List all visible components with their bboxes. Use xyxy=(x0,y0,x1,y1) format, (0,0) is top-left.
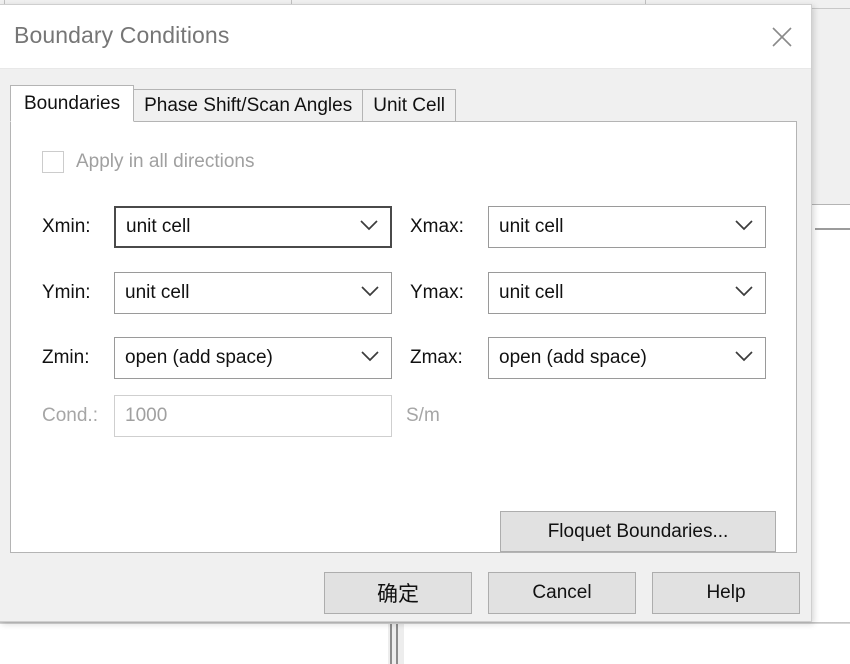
xmax-label: Xmax: xyxy=(410,216,464,237)
background-splitter-handle[interactable] xyxy=(388,624,404,664)
ok-button[interactable]: 确定 xyxy=(324,572,472,614)
chevron-down-icon xyxy=(360,218,378,236)
tab-label: Boundaries xyxy=(24,92,121,114)
checkbox-box-icon xyxy=(42,151,64,173)
dialog-footer: 确定 Cancel Help xyxy=(0,568,811,620)
floquet-boundaries-button[interactable]: Floquet Boundaries... xyxy=(500,511,776,552)
button-label: Floquet Boundaries... xyxy=(547,520,729,542)
ymin-dropdown[interactable]: unit cell xyxy=(114,272,392,314)
xmax-row: Xmax: unit cell xyxy=(410,206,766,248)
xmax-value: unit cell xyxy=(499,216,564,237)
xmin-label: Xmin: xyxy=(42,216,91,237)
button-label: 确定 xyxy=(377,583,419,606)
zmin-label: Zmin: xyxy=(42,347,90,368)
cancel-button[interactable]: Cancel xyxy=(488,572,636,614)
apply-in-all-directions-checkbox[interactable]: Apply in all directions xyxy=(42,151,254,173)
ymin-row: Ymin: unit cell xyxy=(42,272,392,314)
chevron-down-icon xyxy=(361,284,379,302)
xmin-value: unit cell xyxy=(126,216,191,237)
dialog-title: Boundary Conditions xyxy=(14,22,230,48)
zmax-row: Zmax: open (add space) xyxy=(410,337,766,379)
button-label: Help xyxy=(706,582,746,603)
dialog-titlebar: Boundary Conditions xyxy=(0,5,811,69)
xmin-dropdown[interactable]: unit cell xyxy=(114,206,392,248)
zmin-dropdown[interactable]: open (add space) xyxy=(114,337,392,379)
zmax-dropdown[interactable]: open (add space) xyxy=(488,337,766,379)
background-bottom-divider xyxy=(0,622,850,624)
zmax-label: Zmax: xyxy=(410,347,463,368)
apply-in-all-directions-label: Apply in all directions xyxy=(76,151,255,172)
tab-boundaries[interactable]: Boundaries xyxy=(10,85,135,122)
chevron-down-icon xyxy=(735,218,753,236)
conductivity-unit-label: S/m xyxy=(406,405,440,426)
ymin-value: unit cell xyxy=(125,282,190,303)
zmin-row: Zmin: open (add space) xyxy=(42,337,392,379)
tab-strip: Boundaries Phase Shift/Scan Angles Unit … xyxy=(10,85,457,122)
tab-phase-shift-scan-angles[interactable]: Phase Shift/Scan Angles xyxy=(133,89,364,122)
tab-label: Unit Cell xyxy=(373,95,446,116)
ymax-dropdown[interactable]: unit cell xyxy=(488,272,766,314)
ymax-row: Ymax: unit cell xyxy=(410,272,766,314)
zmax-value: open (add space) xyxy=(499,347,647,368)
ymax-value: unit cell xyxy=(499,282,564,303)
conductivity-row: Cond.: 1000 S/m xyxy=(42,395,440,437)
ymax-label: Ymax: xyxy=(410,282,464,303)
close-button[interactable] xyxy=(753,5,811,68)
xmax-dropdown[interactable]: unit cell xyxy=(488,206,766,248)
conductivity-value: 1000 xyxy=(125,405,168,426)
screen: Boundary Conditions Boundaries Phase Shi… xyxy=(0,0,850,664)
boundaries-tab-panel: Apply in all directions Xmin: unit cell … xyxy=(10,121,797,553)
chevron-down-icon xyxy=(361,349,379,367)
conductivity-label: Cond.: xyxy=(42,405,98,426)
ymin-label: Ymin: xyxy=(42,282,91,303)
chevron-down-icon xyxy=(735,284,753,302)
conductivity-input[interactable]: 1000 xyxy=(114,395,392,437)
tab-label: Phase Shift/Scan Angles xyxy=(144,95,353,116)
close-icon xyxy=(769,24,795,50)
boundary-conditions-dialog: Boundary Conditions Boundaries Phase Shi… xyxy=(0,4,812,622)
xmin-row: Xmin: unit cell xyxy=(42,206,392,248)
chevron-down-icon xyxy=(735,349,753,367)
background-divider xyxy=(815,228,850,230)
zmin-value: open (add space) xyxy=(125,347,273,368)
tab-unit-cell[interactable]: Unit Cell xyxy=(362,89,457,122)
help-button[interactable]: Help xyxy=(652,572,800,614)
button-label: Cancel xyxy=(532,582,592,603)
